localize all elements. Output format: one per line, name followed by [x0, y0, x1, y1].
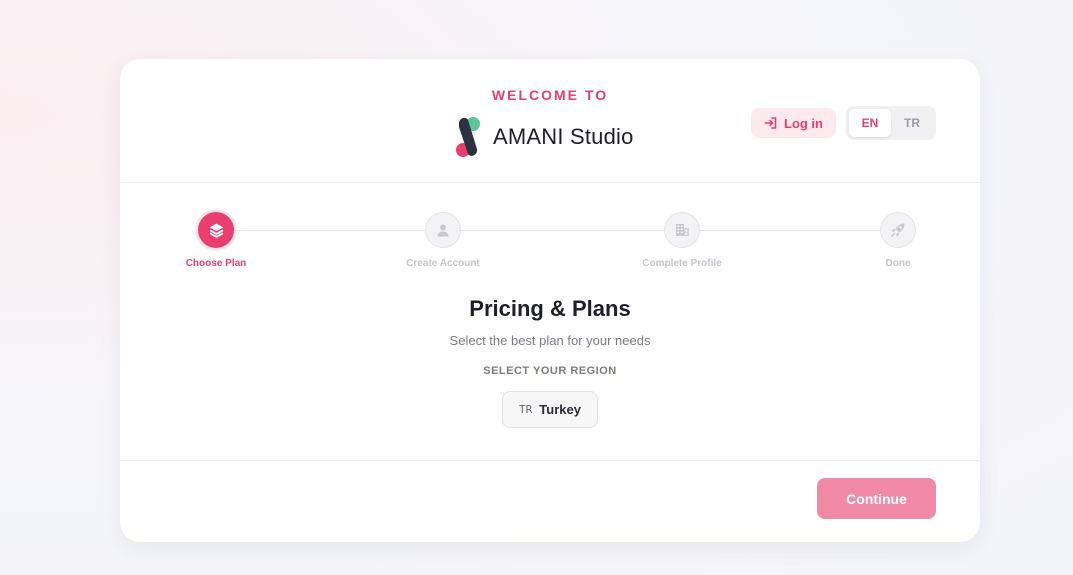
- step-done: [880, 212, 916, 248]
- step-connector: [700, 230, 880, 231]
- region-name: Turkey: [539, 402, 581, 417]
- step-label: Choose Plan: [185, 258, 247, 269]
- step-label: Create Account: [406, 258, 480, 269]
- amani-logo-icon: [456, 117, 480, 157]
- brand-name: AMANI Studio: [493, 124, 634, 149]
- continue-button[interactable]: Continue: [817, 478, 936, 519]
- card-header: WELCOME TO AMANI Studio Log in EN TR: [120, 59, 980, 183]
- language-option-tr[interactable]: TR: [891, 109, 933, 137]
- step-connector: [234, 230, 425, 231]
- step-create-account: [425, 212, 461, 248]
- login-icon: [764, 117, 777, 129]
- login-label: Log in: [784, 115, 823, 131]
- step-choose-plan: [198, 212, 234, 248]
- rocket-icon: [891, 223, 905, 237]
- step-label: Done: [885, 258, 911, 269]
- step-complete-profile: [664, 212, 700, 248]
- user-icon: [437, 224, 449, 237]
- region-label: SELECT YOUR REGION: [483, 365, 617, 377]
- onboarding-card: WELCOME TO AMANI Studio Log in EN TR Cho…: [120, 59, 980, 542]
- brand: AMANI Studio: [454, 115, 634, 159]
- layers-icon: [209, 223, 223, 238]
- page-subtitle: Select the best plan for your needs: [449, 333, 651, 348]
- card-footer: Continue: [120, 460, 980, 542]
- building-icon: [676, 224, 689, 236]
- region-code: TR: [519, 403, 533, 416]
- language-switcher: EN TR: [846, 106, 936, 140]
- welcome-text: WELCOME TO: [491, 87, 609, 103]
- step-connector: [461, 230, 664, 231]
- step-label: Complete Profile: [642, 258, 722, 269]
- page-title: Pricing & Plans: [469, 296, 631, 321]
- login-button[interactable]: Log in: [751, 108, 836, 138]
- language-option-en[interactable]: EN: [849, 109, 891, 137]
- region-select[interactable]: TR Turkey: [502, 391, 598, 428]
